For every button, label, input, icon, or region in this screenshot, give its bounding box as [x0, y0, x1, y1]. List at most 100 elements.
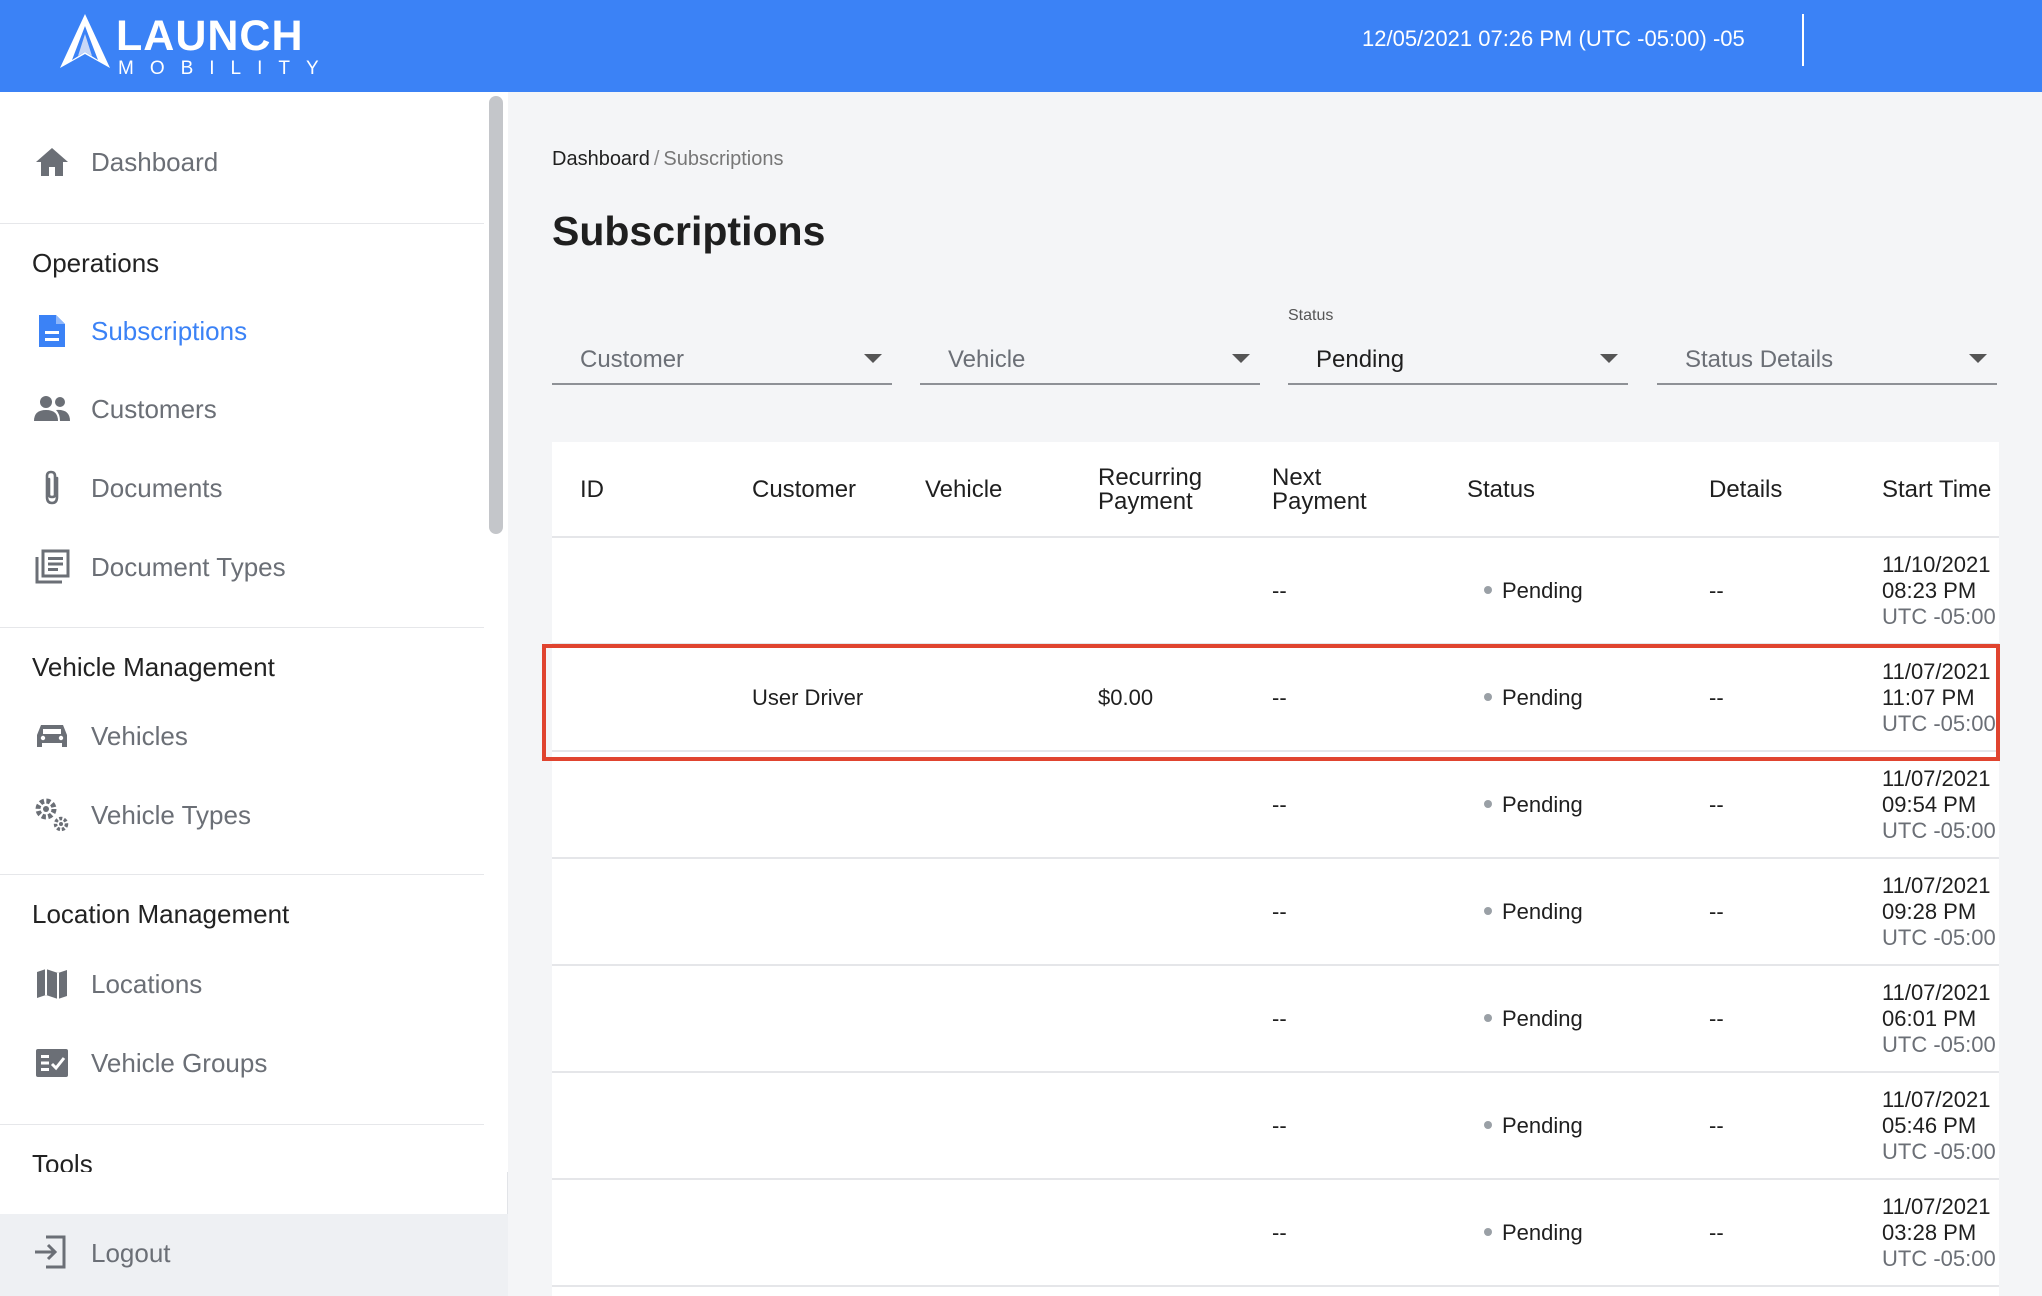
table-row[interactable]: -- Pending -- 11/07/2021 09:28 PM UTC -0…: [552, 859, 1999, 966]
cell-details: --: [1709, 1220, 1724, 1245]
status-text: Pending: [1502, 685, 1583, 710]
column-header-customer[interactable]: Customer: [752, 478, 856, 502]
cell-start-time: 11/10/2021 08:23 PM UTC -05:00: [1882, 552, 1996, 630]
sidebar-divider: [0, 1124, 484, 1125]
start-date: 11/07/2021: [1882, 980, 1991, 1005]
cell-details: --: [1709, 792, 1724, 817]
vehicle-filter-select[interactable]: Vehicle: [920, 320, 1260, 385]
section-title-operations: Operations: [32, 248, 160, 278]
start-date: 11/07/2021: [1882, 873, 1991, 898]
page-title: Subscriptions: [552, 208, 826, 254]
gears-icon: [32, 795, 72, 835]
status-text: Pending: [1502, 792, 1583, 817]
status-dot-icon: [1484, 1228, 1492, 1237]
column-header-id[interactable]: ID: [580, 478, 604, 502]
start-timezone: UTC -05:00: [1882, 818, 1996, 843]
sidebar-scrollbar-thumb[interactable]: [489, 96, 503, 534]
status-dot-icon: [1484, 907, 1492, 916]
breadcrumb-dashboard-link[interactable]: Dashboard: [552, 148, 650, 170]
start-date: 11/07/2021: [1882, 766, 1991, 791]
launch-mobility-logo[interactable]: LAUNCH MOBILITY: [58, 10, 328, 80]
people-icon: [32, 389, 72, 429]
home-icon: [32, 142, 72, 182]
checklist-icon: [32, 1043, 72, 1083]
column-header-line: Payment: [1098, 488, 1193, 515]
column-header-recurring-payment[interactable]: Recurring Payment: [1098, 466, 1202, 514]
sidebar-item-label: Document Types: [91, 551, 286, 582]
status-text: Pending: [1502, 578, 1583, 603]
sidebar-item-label: Subscriptions: [91, 315, 248, 346]
cell-next-payment: --: [1272, 578, 1287, 603]
table-row[interactable]: -- Pending -- 11/10/2021 08:23 PM UTC -0…: [552, 538, 1999, 645]
status-dot-icon: [1484, 800, 1492, 809]
logout-label: Logout: [91, 1238, 171, 1268]
customer-filter-select[interactable]: Customer: [552, 320, 892, 385]
sidebar-item-label: Dashboard: [91, 146, 219, 177]
column-header-status[interactable]: Status: [1467, 478, 1535, 502]
sidebar-item-documents[interactable]: Documents: [0, 453, 484, 523]
start-time: 03:28 PM: [1882, 1220, 1977, 1245]
sidebar-item-document-types[interactable]: Document Types: [0, 532, 484, 602]
table-row-highlighted[interactable]: User Driver $0.00 -- Pending -- 11/07/20…: [552, 645, 1999, 752]
sidebar-item-subscriptions[interactable]: Subscriptions: [0, 296, 484, 366]
table-row[interactable]: -- Pending -- 11/07/2021 03:28 PM UTC -0…: [552, 1180, 1999, 1287]
cell-details: --: [1709, 685, 1724, 710]
column-header-line: Recurring: [1098, 464, 1203, 491]
current-datetime: 12/05/2021 07:26 PM (UTC -05:00) -05: [1362, 26, 1745, 51]
paperclip-icon: [32, 468, 72, 508]
filter-value: Vehicle: [948, 346, 1026, 373]
cell-details: --: [1709, 578, 1724, 603]
start-timezone: UTC -05:00: [1882, 1246, 1996, 1271]
top-bar: LAUNCH MOBILITY 12/05/2021 07:26 PM (UTC…: [0, 0, 2042, 92]
cell-start-time: 11/07/2021 06:01 PM UTC -05:00: [1882, 980, 1996, 1058]
column-header-vehicle[interactable]: Vehicle: [925, 478, 1002, 502]
table-row[interactable]: -- Pending -- 11/07/2021 09:54 PM UTC -0…: [552, 752, 1999, 859]
sidebar-item-customers[interactable]: Customers: [0, 374, 484, 444]
start-date: 11/07/2021: [1882, 659, 1991, 684]
sidebar-item-vehicle-types[interactable]: Vehicle Types: [0, 780, 484, 850]
cell-status: Pending: [1484, 1220, 1583, 1246]
sidebar-item-label: Vehicle Groups: [91, 1047, 268, 1078]
start-date: 11/07/2021: [1882, 1087, 1991, 1112]
topbar-divider: [1802, 14, 1804, 66]
car-icon: [32, 716, 72, 756]
start-timezone: UTC -05:00: [1882, 604, 1996, 629]
column-header-next-payment[interactable]: Next Payment: [1272, 466, 1367, 514]
status-filter-select[interactable]: Status Pending: [1288, 307, 1628, 385]
cell-start-time: 11/07/2021 09:28 PM UTC -05:00: [1882, 873, 1996, 951]
logo-title: LAUNCH: [116, 12, 304, 60]
status-text: Pending: [1502, 1006, 1583, 1031]
status-dot-icon: [1484, 693, 1492, 702]
column-header-start-time[interactable]: Start Time: [1882, 478, 1991, 502]
logout-icon: [32, 1234, 72, 1274]
sidebar-item-locations[interactable]: Locations: [0, 949, 484, 1019]
sidebar-item-label: Documents: [91, 472, 223, 503]
status-text: Pending: [1502, 1113, 1583, 1138]
start-date: 11/07/2021: [1882, 1194, 1991, 1219]
status-details-filter-select[interactable]: Status Details: [1657, 320, 1997, 385]
sidebar-item-dashboard[interactable]: Dashboard: [0, 127, 484, 197]
table-header: ID Customer Vehicle Recurring Payment Ne…: [552, 442, 1999, 538]
logout-button[interactable]: Logout: [0, 1214, 508, 1296]
cell-start-time: 11/07/2021 03:28 PM UTC -05:00: [1882, 1194, 1996, 1272]
sidebar-item-vehicle-groups[interactable]: Vehicle Groups: [0, 1028, 484, 1098]
subscriptions-table: ID Customer Vehicle Recurring Payment Ne…: [552, 442, 1999, 1296]
status-dot-icon: [1484, 1121, 1492, 1130]
start-time: 11:07 PM: [1882, 685, 1975, 710]
launch-logo-icon: [60, 14, 110, 68]
section-title-vehicle-management: Vehicle Management: [32, 652, 275, 682]
start-timezone: UTC -05:00: [1882, 925, 1996, 950]
status-text: Pending: [1502, 1220, 1583, 1245]
table-row[interactable]: -- Pending -- 11/07/2021 06:01 PM UTC -0…: [552, 966, 1999, 1073]
status-text: Pending: [1502, 899, 1583, 924]
sidebar-divider: [0, 627, 484, 628]
status-dot-icon: [1484, 1014, 1492, 1023]
start-time: 09:54 PM: [1882, 792, 1977, 817]
table-row[interactable]: -- Pending -- 11/07/2021 05:46 PM UTC -0…: [552, 1073, 1999, 1180]
cell-status: Pending: [1484, 792, 1583, 818]
column-header-details[interactable]: Details: [1709, 478, 1782, 502]
cell-start-time: 11/07/2021 09:54 PM UTC -05:00: [1882, 766, 1996, 844]
cell-status: Pending: [1484, 1006, 1583, 1032]
sidebar-item-vehicles[interactable]: Vehicles: [0, 701, 484, 771]
start-timezone: UTC -05:00: [1882, 711, 1996, 736]
